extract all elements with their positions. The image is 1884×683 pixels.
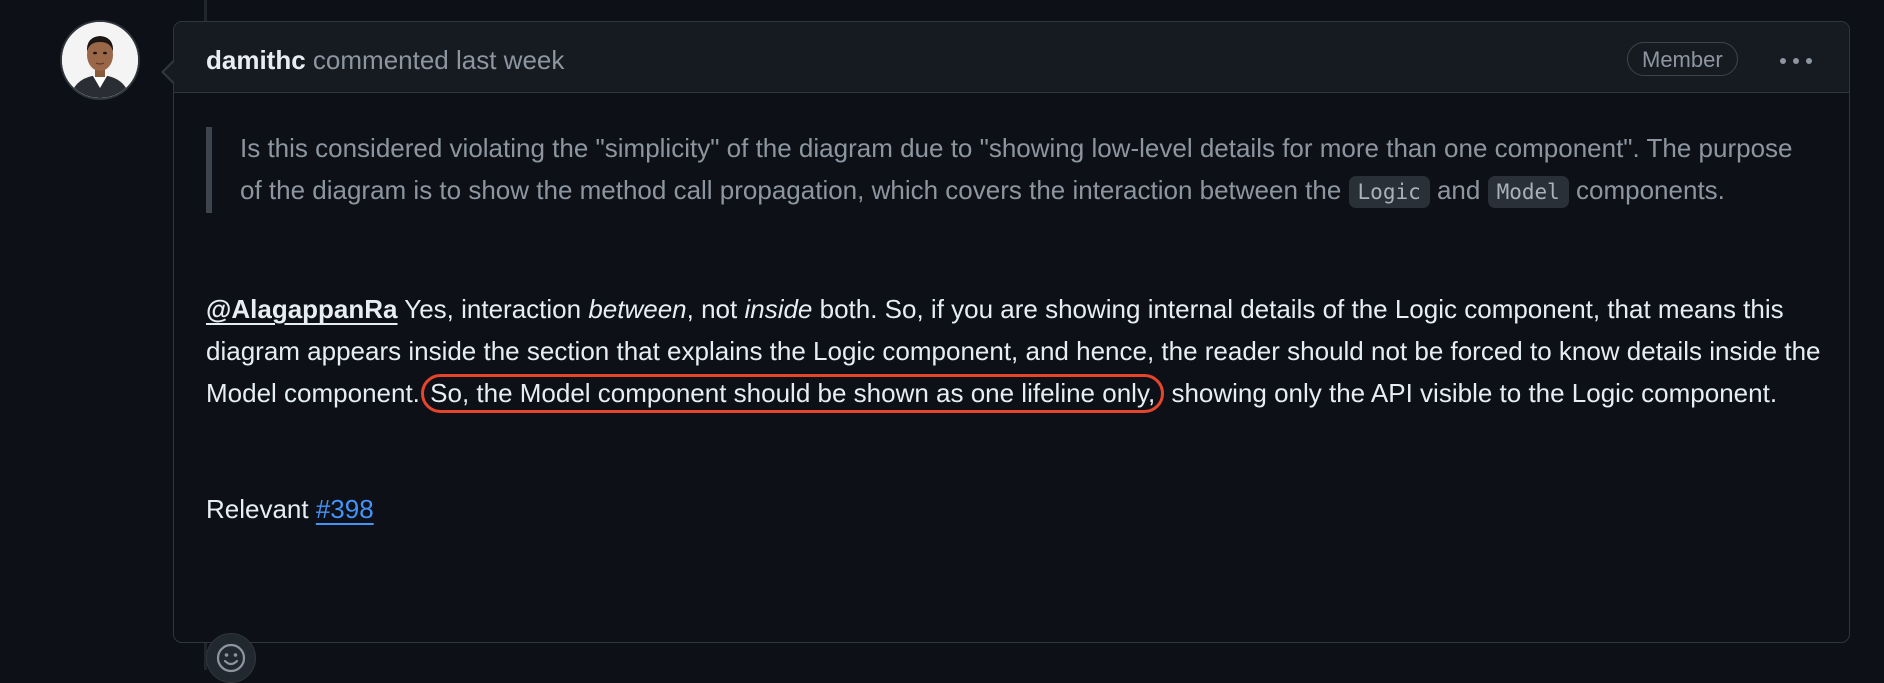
reply-text: showing only the API visible to the Logi…	[1164, 378, 1778, 408]
relevant-label: Relevant	[206, 494, 316, 524]
avatar[interactable]	[60, 20, 140, 100]
avatar-image	[62, 22, 138, 98]
blockquote: Is this considered violating the "simpli…	[206, 127, 1796, 213]
reply-emphasis: inside	[744, 294, 813, 324]
highlighted-sentence: So, the Model component should be shown …	[421, 374, 1165, 413]
quote-text: components.	[1568, 175, 1725, 205]
quote-text: and	[1429, 175, 1488, 205]
reply-text: Yes, interaction	[397, 294, 589, 324]
comment-header-text: damithc commented last week	[206, 44, 564, 76]
relevant-paragraph: Relevant #398	[206, 488, 374, 530]
kebab-horizontal-icon	[1780, 58, 1812, 64]
user-mention-link[interactable]: @AlagappanRa	[206, 294, 398, 324]
issue-link[interactable]: #398	[316, 494, 374, 524]
inline-code-model: Model	[1487, 176, 1569, 208]
reply-paragraph: @AlagappanRa Yes, interaction between, n…	[206, 288, 1826, 414]
comment-box: damithc commented last week Member Is th…	[161, 21, 1850, 683]
author-name[interactable]: damithc	[206, 45, 306, 75]
comment-timestamp[interactable]: commented last week	[313, 45, 564, 75]
more-options-button[interactable]	[1774, 46, 1818, 76]
reply-emphasis: between	[588, 294, 687, 324]
inline-code-logic: Logic	[1348, 176, 1430, 208]
reply-text: , not	[686, 294, 745, 324]
member-badge: Member	[1627, 42, 1738, 76]
add-reaction-button[interactable]	[206, 633, 256, 683]
comment-header: damithc commented last week Member	[174, 22, 1849, 93]
